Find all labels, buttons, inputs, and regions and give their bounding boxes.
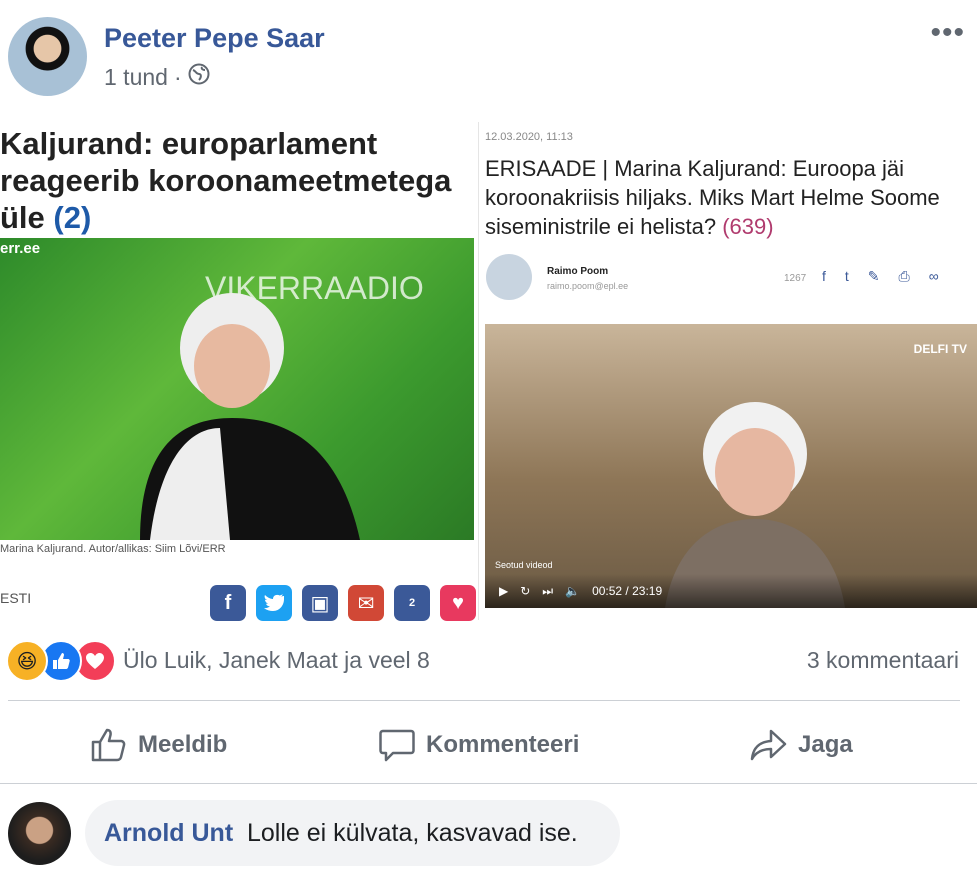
right-headline-text: ERISAADE | Marina Kaljurand: Euroopa jäi… xyxy=(485,156,940,239)
edit-icon: ✎ xyxy=(867,268,880,284)
left-article-photo: err.ee VIKERRAADIO xyxy=(0,238,474,540)
comment-label: Kommenteeri xyxy=(426,731,580,758)
facebook-icon: f xyxy=(210,585,246,621)
replay-icon: ↻ xyxy=(520,584,531,598)
post-author-name[interactable]: Peeter Pepe Saar xyxy=(104,23,325,54)
share-arrow-icon xyxy=(750,729,787,761)
post-meta: 1 tund · xyxy=(104,63,210,91)
source-tag: err.ee xyxy=(0,240,41,257)
video-time: 00:52 / 23:19 xyxy=(592,584,663,598)
commenter-name[interactable]: Arnold Unt xyxy=(104,819,233,848)
reaction-icons[interactable]: 😆 xyxy=(6,640,116,682)
right-author-email: raimo.poom@epl.ee xyxy=(547,281,629,291)
heart-icon: ♥ xyxy=(440,585,476,621)
share-label: Jaga xyxy=(798,731,853,758)
print-icon: ⎙ xyxy=(898,268,910,284)
comment-icon xyxy=(379,729,415,762)
link-icon: ∞ xyxy=(928,268,939,284)
comment-button[interactable]: Kommenteeri xyxy=(378,720,579,770)
video-brand: DELFI TV xyxy=(913,342,967,356)
right-article-date: 12.03.2020, 11:13 xyxy=(485,131,573,143)
left-section-label: ESTI xyxy=(0,590,32,606)
email-icon: ✉ xyxy=(348,585,384,621)
comments-icon: 2 xyxy=(394,585,430,621)
facebook-icon: f xyxy=(822,268,826,284)
left-headline-count: (2) xyxy=(53,200,92,235)
meta-separator: · xyxy=(173,63,182,90)
share-button[interactable]: Jaga xyxy=(750,720,853,770)
video-controls: ▶ ↻ ⏭ 🔈 00:52 / 23:19 xyxy=(485,574,977,608)
thumbs-up-icon xyxy=(91,728,126,762)
right-author-name: Raimo Poom xyxy=(547,266,609,277)
divider xyxy=(8,700,960,701)
like-button[interactable]: Meeldib xyxy=(90,720,227,770)
next-icon: ⏭ xyxy=(542,583,554,598)
author-avatar[interactable] xyxy=(8,17,87,96)
twitter-icon xyxy=(256,585,292,621)
haha-icon: 😆 xyxy=(6,640,48,682)
comment-text: Lolle ei külvata, kasvavad ise. xyxy=(247,819,578,847)
post-time[interactable]: 1 tund xyxy=(104,64,168,91)
right-headline-count: (639) xyxy=(722,214,774,239)
person-photo xyxy=(140,293,360,540)
right-author-avatar xyxy=(486,254,532,300)
like-label: Meeldib xyxy=(138,731,228,758)
more-options-icon[interactable]: ••• xyxy=(930,16,965,50)
globe-icon xyxy=(188,63,210,91)
right-article-headline: ERISAADE | Marina Kaljurand: Euroopa jäi… xyxy=(485,154,975,241)
right-share-count: 1267 xyxy=(784,273,807,284)
reaction-names[interactable]: Ülo Luik, Janek Maat ja veel 8 xyxy=(123,647,430,674)
divider xyxy=(0,783,977,784)
right-share-icons: f t ✎ ⎙ ∞ xyxy=(822,268,939,285)
left-article-headline: Kaljurand: europarlament reageerib koroo… xyxy=(0,125,470,236)
commenter-avatar[interactable] xyxy=(8,802,71,865)
right-video-frame: DELFI TV Seotud videod ▶ ↻ ⏭ 🔈 00:52 / 2… xyxy=(485,324,977,608)
video-label: Seotud videod xyxy=(495,560,553,570)
left-share-buttons: f ▣ ✉ 2 ♥ xyxy=(210,585,476,621)
print-icon: ▣ xyxy=(302,585,338,621)
play-icon: ▶ xyxy=(499,584,509,598)
volume-icon: 🔈 xyxy=(565,584,581,598)
twitter-icon: t xyxy=(844,268,849,284)
comments-count[interactable]: 3 kommentaari xyxy=(807,647,959,674)
left-photo-caption: Marina Kaljurand. Autor/allikas: Siim Lõ… xyxy=(0,543,226,555)
